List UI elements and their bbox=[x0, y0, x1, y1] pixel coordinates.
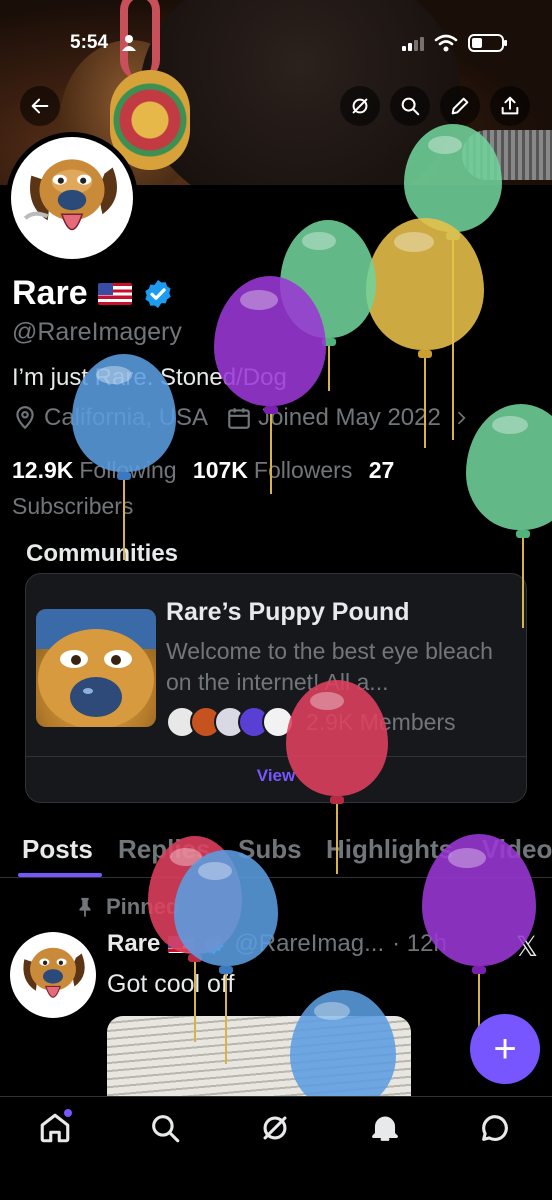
post-author-avatar[interactable] bbox=[10, 932, 96, 1018]
nav-search[interactable] bbox=[148, 1111, 182, 1145]
tab-posts[interactable]: Posts bbox=[22, 834, 93, 865]
calendar-icon bbox=[228, 408, 250, 429]
community-card[interactable]: Rare’s Puppy Pound Welcome to the best e… bbox=[25, 573, 527, 803]
community-view-button[interactable]: View bbox=[26, 766, 526, 786]
status-time: 5:54 bbox=[70, 32, 109, 53]
divider bbox=[26, 756, 526, 757]
us-flag-icon bbox=[97, 282, 132, 305]
nav-grok[interactable] bbox=[258, 1111, 292, 1145]
active-tab-indicator bbox=[18, 873, 102, 877]
search-icon bbox=[401, 97, 420, 116]
profile-name-row: Rare bbox=[12, 274, 174, 313]
subscribers-count[interactable]: 27 bbox=[369, 457, 395, 483]
battery-icon bbox=[468, 34, 507, 52]
signal-icon bbox=[402, 35, 424, 51]
pencil-icon bbox=[451, 97, 469, 115]
profile-stats: 12.9KFollowing 107KFollowers 27 Subscrib… bbox=[12, 452, 442, 524]
profile-avatar[interactable] bbox=[6, 132, 138, 264]
post-text: Got cool off bbox=[107, 970, 235, 998]
grok-icon bbox=[263, 1116, 287, 1140]
share-icon bbox=[501, 96, 519, 115]
person-icon bbox=[122, 35, 136, 51]
subscribers-label[interactable]: Subscribers bbox=[12, 493, 133, 519]
nav-notifications[interactable] bbox=[368, 1111, 402, 1145]
bottom-navigation bbox=[0, 1096, 552, 1200]
back-button[interactable] bbox=[20, 86, 60, 126]
followers-label[interactable]: Followers bbox=[254, 457, 352, 483]
profile-handle: @RareImagery bbox=[12, 318, 182, 346]
community-image bbox=[36, 609, 156, 727]
pin-icon bbox=[79, 897, 91, 918]
location-pin-icon bbox=[16, 406, 34, 430]
profile-joined: Joined May 2022 bbox=[258, 404, 441, 431]
search-button[interactable] bbox=[390, 86, 430, 126]
followers-count[interactable]: 107K bbox=[193, 457, 248, 483]
arrow-left-icon bbox=[31, 98, 49, 114]
community-name: Rare’s Puppy Pound bbox=[166, 598, 410, 626]
profile-name: Rare bbox=[12, 274, 88, 312]
following-count[interactable]: 12.9K bbox=[12, 457, 73, 483]
communities-heading: Communities bbox=[26, 540, 179, 567]
nav-messages[interactable] bbox=[478, 1111, 512, 1145]
grok-button[interactable] bbox=[340, 86, 380, 126]
notification-dot bbox=[64, 1109, 72, 1117]
bell-icon bbox=[372, 1116, 398, 1141]
cartoon-dog-avatar-image bbox=[11, 137, 133, 259]
status-indicators bbox=[402, 34, 507, 52]
chat-bubble-icon bbox=[482, 1115, 508, 1141]
wifi-icon bbox=[434, 34, 458, 52]
post-author-name[interactable]: Rare bbox=[107, 930, 160, 958]
search-icon bbox=[152, 1115, 180, 1143]
edit-button[interactable] bbox=[440, 86, 480, 126]
grok-icon bbox=[352, 98, 368, 114]
status-bar: 5:54 bbox=[0, 28, 552, 62]
verified-badge-icon[interactable] bbox=[142, 278, 174, 310]
share-button[interactable] bbox=[490, 86, 530, 126]
nav-home[interactable] bbox=[38, 1109, 72, 1145]
compose-button[interactable]: + bbox=[470, 1014, 540, 1084]
